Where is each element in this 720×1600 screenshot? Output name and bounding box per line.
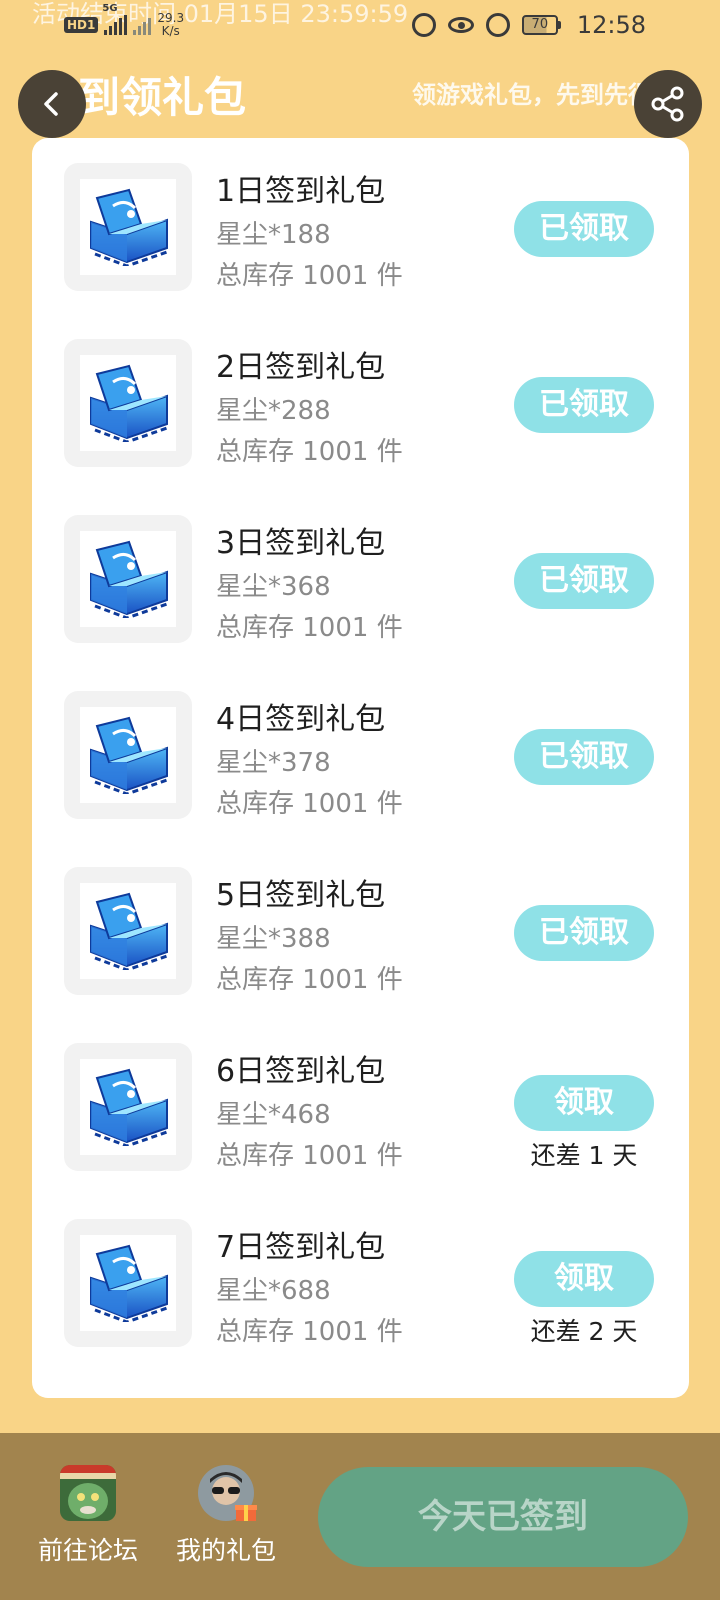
my-gifts-label: 我的礼包	[175, 1536, 276, 1565]
claim-button[interactable]: 领取	[514, 1075, 654, 1131]
signed-today-button[interactable]: 今天已签到	[318, 1467, 688, 1567]
header-tagline: 领游戏礼包，先到先得	[412, 81, 642, 109]
gift-stock: 总库存 1001 件	[216, 965, 403, 995]
days-left-text: 还差 1 天	[530, 1141, 638, 1170]
alarm-icon	[485, 13, 510, 37]
eye-comfort-icon	[447, 17, 474, 33]
claim-button[interactable]: 领取	[514, 1251, 654, 1307]
claimed-button[interactable]: 已领取	[514, 905, 654, 961]
share-button[interactable]	[634, 70, 702, 138]
gift-name: 4日签到礼包	[216, 702, 386, 737]
status-left-group: HD1 5G 29.3 K/s	[64, 3, 185, 40]
signal-secondary-icon	[133, 15, 152, 35]
gift-content: 星尘*288	[216, 396, 331, 426]
user-avatar	[198, 1465, 257, 1521]
gift-stock: 总库存 1001 件	[216, 613, 403, 643]
gift-name: 7日签到礼包	[216, 1230, 386, 1265]
treasure-chest-icon	[83, 1240, 173, 1326]
nfc-icon	[411, 13, 436, 37]
gift-content: 星尘*378	[216, 748, 331, 778]
hd-badge: HD1	[64, 17, 99, 33]
gift-row-day-6: 6日签到礼包 星尘*468 总库存 1001 件 领取 还差 1 天	[32, 1018, 689, 1198]
gift-content: 星尘*388	[216, 924, 331, 954]
gift-name: 3日签到礼包	[216, 526, 386, 561]
forum-button[interactable]: 前往论坛	[28, 1465, 148, 1567]
gift-thumbnail	[64, 1219, 192, 1347]
gift-stock: 总库存 1001 件	[216, 789, 403, 819]
claimed-button[interactable]: 已领取	[514, 553, 654, 609]
claimed-button[interactable]: 已领取	[514, 201, 654, 257]
gift-name: 2日签到礼包	[216, 350, 386, 385]
gift-row-day-7: 7日签到礼包 星尘*688 总库存 1001 件 领取 还差 2 天	[32, 1194, 689, 1374]
battery-icon: 70	[521, 15, 561, 35]
gift-row-day-3: 3日签到礼包 星尘*368 总库存 1001 件 已领取	[32, 490, 689, 670]
claimed-button[interactable]: 已领取	[514, 377, 654, 433]
gift-stock: 总库存 1001 件	[216, 1317, 403, 1347]
gift-name: 5日签到礼包	[216, 878, 386, 913]
gift-row-day-4: 4日签到礼包 星尘*378 总库存 1001 件 已领取	[32, 666, 689, 846]
gift-thumbnail	[64, 163, 192, 291]
treasure-chest-icon	[83, 184, 173, 270]
gift-stock: 总库存 1001 件	[216, 437, 403, 467]
chevron-left-icon	[44, 92, 58, 116]
gift-name: 1日签到礼包	[216, 174, 386, 209]
bottom-action-bar: 前往论坛 我的礼包 今天已签到	[0, 1433, 720, 1600]
status-right-group: 70 12:58	[411, 9, 646, 41]
back-button[interactable]	[18, 70, 86, 138]
gift-row-day-1: 1日签到礼包 星尘*188 总库存 1001 件 已领取	[32, 138, 689, 318]
treasure-chest-icon	[83, 536, 173, 622]
share-icon	[651, 86, 684, 122]
claimed-button[interactable]: 已领取	[514, 729, 654, 785]
treasure-chest-icon	[83, 1064, 173, 1150]
treasure-chest-icon	[83, 712, 173, 798]
gift-thumbnail	[64, 339, 192, 467]
gift-content: 星尘*188	[216, 220, 331, 250]
treasure-chest-icon	[83, 360, 173, 446]
days-left-text: 还差 2 天	[530, 1317, 638, 1346]
gift-content: 星尘*468	[216, 1100, 331, 1130]
my-gifts-button[interactable]: 我的礼包	[166, 1465, 286, 1567]
gift-box-icon	[235, 1505, 257, 1521]
gift-row-day-5: 5日签到礼包 星尘*388 总库存 1001 件 已领取	[32, 842, 689, 1022]
clock: 12:58	[576, 11, 646, 39]
gift-row-day-2: 2日签到礼包 星尘*288 总库存 1001 件 已领取	[32, 314, 689, 494]
status-bar: 活动结束时间 01月15日 23:59:59 HD1 5G 29.3 K/s 7…	[0, 0, 720, 50]
gift-thumbnail	[64, 1043, 192, 1171]
gift-stock: 总库存 1001 件	[216, 1141, 403, 1171]
network-speed: 29.3 K/s	[157, 11, 185, 38]
gift-thumbnail	[64, 867, 192, 995]
forum-label: 前往论坛	[37, 1536, 138, 1565]
gift-thumbnail	[64, 691, 192, 819]
gift-stock: 总库存 1001 件	[216, 261, 403, 291]
game-avatar-icon	[60, 1465, 116, 1521]
gift-thumbnail	[64, 515, 192, 643]
gift-content: 星尘*368	[216, 572, 331, 602]
gift-name: 6日签到礼包	[216, 1054, 386, 1089]
signal-5g-icon: 5G	[102, 3, 128, 35]
gift-list-card: 1日签到礼包 星尘*188 总库存 1001 件 已领取 2日签到礼包 星尘*2…	[32, 138, 689, 1398]
treasure-chest-icon	[83, 888, 173, 974]
gift-content: 星尘*688	[216, 1276, 331, 1306]
